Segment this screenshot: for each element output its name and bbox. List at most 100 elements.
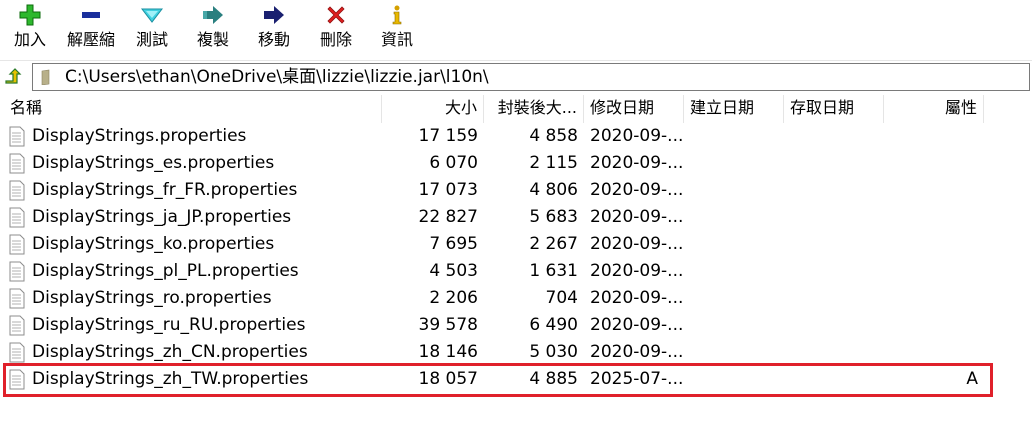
text-file-icon <box>9 261 25 282</box>
file-row[interactable]: DisplayStrings_fr_FR.properties 17 073 4… <box>0 177 1032 204</box>
file-packed-size: 2 115 <box>529 153 578 173</box>
file-packed-size: 4 885 <box>529 369 578 389</box>
file-name: DisplayStrings_ro.properties <box>32 288 272 308</box>
text-file-icon <box>9 180 25 201</box>
info-icon <box>384 4 410 26</box>
file-modified: 2020-09-... <box>590 207 682 227</box>
file-row[interactable]: DisplayStrings_ja_JP.properties 22 827 5… <box>0 204 1032 231</box>
file-row[interactable]: DisplayStrings_pl_PL.properties 4 503 1 … <box>0 258 1032 285</box>
file-packed-size: 1 631 <box>529 261 578 281</box>
file-attributes <box>880 123 978 150</box>
file-modified: 2020-09-... <box>590 315 682 335</box>
info-label: 資訊 <box>380 30 413 49</box>
file-size: 22 827 <box>418 207 478 227</box>
file-name: DisplayStrings_zh_TW.properties <box>32 369 309 389</box>
extract-button[interactable]: 解壓縮 <box>62 4 120 56</box>
file-size: 17 159 <box>418 126 478 146</box>
file-packed-size: 5 683 <box>529 207 578 227</box>
file-packed-size: 4 858 <box>529 126 578 146</box>
file-packed-size: 5 030 <box>529 342 578 362</box>
column-header-packed-size[interactable]: 封裝後大... <box>484 95 584 123</box>
file-name: DisplayStrings_es.properties <box>32 153 275 173</box>
file-attributes <box>880 339 978 366</box>
text-file-icon <box>9 369 25 390</box>
file-modified: 2020-09-... <box>590 342 682 362</box>
file-size: 2 206 <box>429 288 478 308</box>
file-modified: 2020-09-... <box>590 126 682 146</box>
file-attributes: A <box>966 369 978 389</box>
file-name: DisplayStrings_fr_FR.properties <box>32 180 298 200</box>
file-row[interactable]: DisplayStrings_zh_CN.properties 18 146 5… <box>0 339 1032 366</box>
delete-button[interactable]: 刪除 <box>316 4 356 56</box>
copy-arrow-icon <box>200 4 226 26</box>
file-row[interactable]: DisplayStrings_ko.properties 7 695 2 267… <box>0 231 1032 258</box>
file-packed-size: 6 490 <box>529 315 578 335</box>
move-button[interactable]: 移動 <box>254 4 294 56</box>
info-button[interactable]: 資訊 <box>377 4 417 56</box>
text-file-icon <box>9 315 25 336</box>
file-list: DisplayStrings.properties 17 159 4 858 2… <box>0 123 1032 393</box>
path-input[interactable]: C:\Users\ethan\OneDrive\桌面\lizzie\lizzie… <box>32 63 1030 91</box>
move-label: 移動 <box>257 30 290 49</box>
file-name: DisplayStrings_ko.properties <box>32 234 275 254</box>
file-row[interactable]: DisplayStrings_ro.properties 2 206 704 2… <box>0 285 1032 312</box>
file-modified: 2020-09-... <box>590 153 682 173</box>
column-header-attributes[interactable]: 屬性 <box>884 95 984 123</box>
folder-icon <box>41 69 51 86</box>
text-file-icon <box>9 153 25 174</box>
file-modified: 2020-09-... <box>590 288 682 308</box>
delete-x-icon <box>323 4 349 26</box>
file-name: DisplayStrings_zh_CN.properties <box>32 342 308 362</box>
column-header-row: 名稱 大小 封裝後大... 修改日期 建立日期 存取日期 屬性 <box>0 95 1032 123</box>
column-header-created[interactable]: 建立日期 <box>684 95 784 123</box>
file-size: 17 073 <box>418 180 478 200</box>
file-size: 7 695 <box>429 234 478 254</box>
up-folder-icon[interactable] <box>4 67 22 85</box>
plus-icon <box>17 4 43 26</box>
file-attributes <box>880 285 978 312</box>
column-header-accessed[interactable]: 存取日期 <box>784 95 884 123</box>
file-row-selected[interactable]: DisplayStrings_zh_TW.properties 18 057 4… <box>0 366 1032 393</box>
text-file-icon <box>9 234 25 255</box>
column-header-name[interactable]: 名稱 <box>0 95 382 123</box>
file-attributes <box>880 150 978 177</box>
file-size: 18 146 <box>418 342 478 362</box>
file-attributes <box>880 177 978 204</box>
file-modified: 2025-07-... <box>590 369 682 389</box>
file-size: 4 503 <box>429 261 478 281</box>
delete-label: 刪除 <box>319 30 352 49</box>
file-size: 18 057 <box>418 369 478 389</box>
file-size: 39 578 <box>418 315 478 335</box>
column-header-size[interactable]: 大小 <box>382 95 484 123</box>
file-row[interactable]: DisplayStrings_ru_RU.properties 39 578 6… <box>0 312 1032 339</box>
file-name: DisplayStrings_ru_RU.properties <box>32 315 306 335</box>
file-name: DisplayStrings.properties <box>32 126 247 146</box>
text-file-icon <box>9 342 25 363</box>
copy-button[interactable]: 複製 <box>193 4 233 56</box>
file-row[interactable]: DisplayStrings_es.properties 6 070 2 115… <box>0 150 1032 177</box>
extract-label: 解壓縮 <box>66 30 115 49</box>
text-file-icon <box>9 126 25 147</box>
add-label: 加入 <box>13 30 46 49</box>
file-attributes <box>880 312 978 339</box>
text-file-icon <box>9 288 25 309</box>
test-button[interactable]: 測試 <box>132 4 172 56</box>
file-packed-size: 2 267 <box>529 234 578 254</box>
file-modified: 2020-09-... <box>590 180 682 200</box>
column-header-modified[interactable]: 修改日期 <box>584 95 684 123</box>
address-bar: C:\Users\ethan\OneDrive\桌面\lizzie\lizzie… <box>0 60 1032 92</box>
text-file-icon <box>9 207 25 228</box>
file-modified: 2020-09-... <box>590 234 682 254</box>
file-row[interactable]: DisplayStrings.properties 17 159 4 858 2… <box>0 123 1032 150</box>
path-text: C:\Users\ethan\OneDrive\桌面\lizzie\lizzie… <box>65 67 489 87</box>
file-name: DisplayStrings_ja_JP.properties <box>32 207 292 227</box>
add-button[interactable]: 加入 <box>10 4 50 56</box>
file-attributes <box>880 258 978 285</box>
check-icon <box>139 4 165 26</box>
toolbar: 加入 解壓縮 測試 複製 移動 刪除 資訊 <box>0 0 1032 58</box>
file-attributes <box>880 231 978 258</box>
file-packed-size: 4 806 <box>529 180 578 200</box>
file-packed-size: 704 <box>545 288 578 308</box>
move-arrow-icon <box>261 4 287 26</box>
copy-label: 複製 <box>196 30 229 49</box>
